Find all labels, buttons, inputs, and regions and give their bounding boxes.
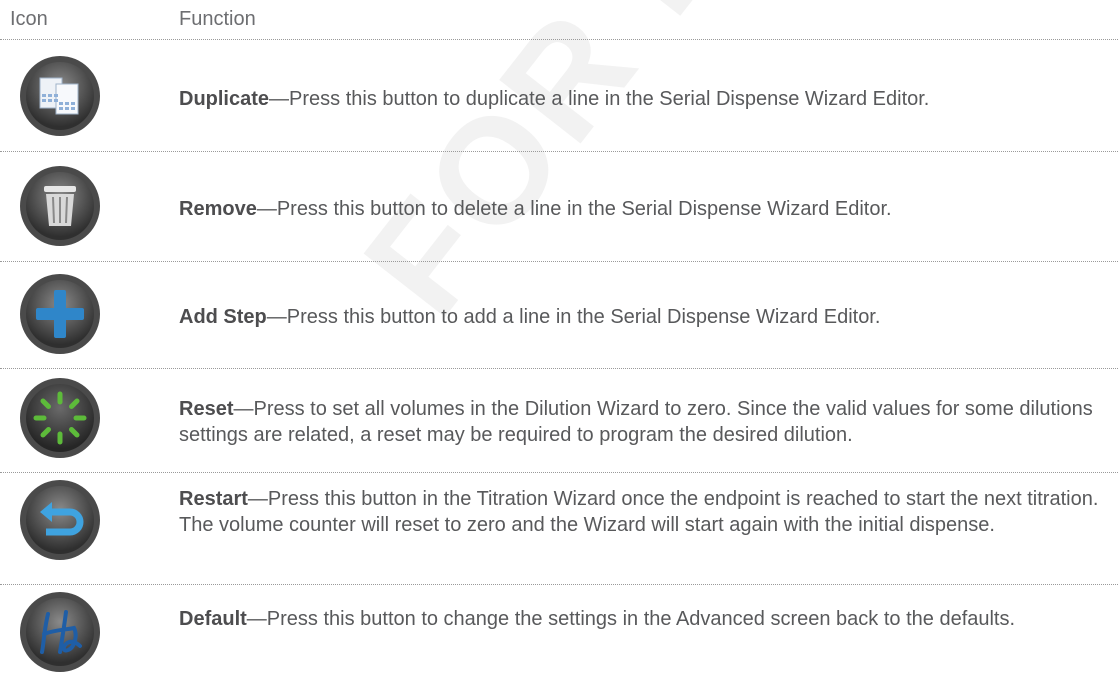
table-row-reset: Reset—Press to set all volumes in the Di… xyxy=(0,372,1118,472)
row-description: Restart—Press this button in the Titrati… xyxy=(179,486,1109,538)
reset-spinner-icon xyxy=(18,376,102,460)
term-label: Reset xyxy=(179,398,234,420)
table-row-duplicate: Duplicate—Press this button to duplicate… xyxy=(0,52,1118,148)
divider xyxy=(0,472,1118,473)
plus-icon xyxy=(18,272,102,356)
default-script-h-icon xyxy=(18,590,102,674)
row-description: Reset—Press to set all volumes in the Di… xyxy=(179,396,1109,448)
header-icon-column: Icon xyxy=(10,8,48,30)
term-label: Add Step xyxy=(179,306,267,328)
table-row-default: Default—Press this button to change the … xyxy=(0,588,1118,672)
term-label: Remove xyxy=(179,198,257,220)
restart-arrow-icon xyxy=(18,478,102,562)
term-label: Default xyxy=(179,608,247,630)
divider xyxy=(0,584,1118,585)
term-label: Restart xyxy=(179,488,248,510)
table-row-restart: Restart—Press this button in the Titrati… xyxy=(0,476,1118,584)
row-description: Remove—Press this button to delete a lin… xyxy=(179,196,1109,222)
term-label: Duplicate xyxy=(179,88,270,110)
divider xyxy=(0,151,1118,152)
table-row-remove: Remove—Press this button to delete a lin… xyxy=(0,158,1118,258)
row-description: Add Step—Press this button to add a line… xyxy=(179,304,1109,330)
row-description: Default—Press this button to change the … xyxy=(179,606,1109,632)
description-text: —Press this button to delete a line in t… xyxy=(256,198,892,220)
description-text: —Press this button in the Titration Wiza… xyxy=(179,488,1099,536)
divider xyxy=(0,261,1118,262)
row-description: Duplicate—Press this button to duplicate… xyxy=(179,86,1109,112)
header-function-column: Function xyxy=(179,8,256,30)
icon-function-table: FOR DOUTSCHER SA Icon Function xyxy=(0,0,1118,672)
divider xyxy=(0,39,1118,40)
divider xyxy=(0,368,1118,369)
description-text: —Press this button to add a line in the … xyxy=(266,306,881,328)
table-row-add-step: Add Step—Press this button to add a line… xyxy=(0,266,1118,366)
description-text: —Press to set all volumes in the Dilutio… xyxy=(179,398,1093,446)
table-header: Icon Function xyxy=(0,0,1118,40)
description-text: —Press this button to change the setting… xyxy=(246,608,1016,630)
trash-icon xyxy=(18,164,102,248)
duplicate-icon xyxy=(18,54,102,138)
description-text: —Press this button to duplicate a line i… xyxy=(269,88,930,110)
